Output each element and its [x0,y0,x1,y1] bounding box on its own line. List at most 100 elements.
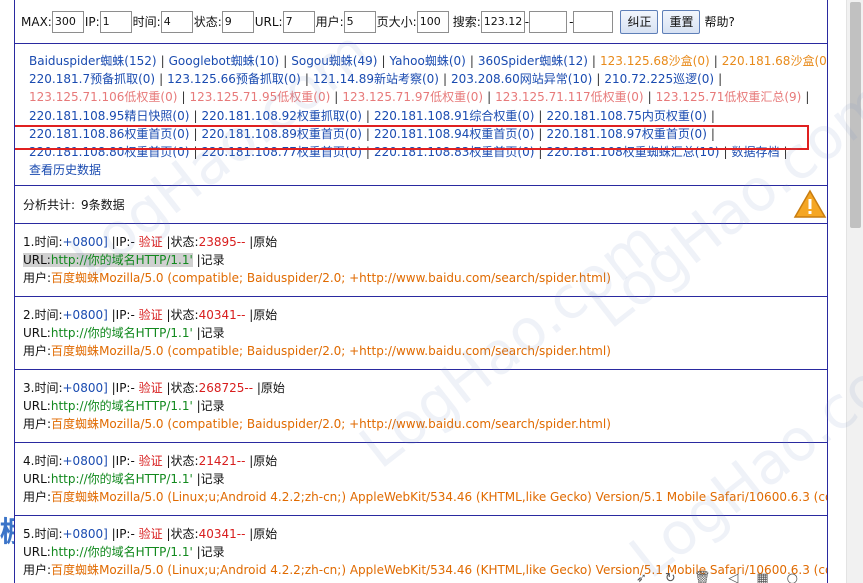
spider-link[interactable]: Sogou蜘蛛(49) [291,54,377,68]
link-row: Baiduspider蜘蛛(152) | Googlebot蜘蛛(10) | Sogou… [29,52,827,70]
search-input-2[interactable] [529,10,568,33]
record-user-label: 用户: [23,417,52,432]
link-separator: | [805,90,810,105]
log-link[interactable]: |记录 [197,326,225,340]
log-link[interactable]: |记录 [197,253,225,267]
records-list: 1.时间:+0800] |IP:- 验证 |状态:23895-- |原始 URL:… [15,224,827,583]
spider-link[interactable]: 123.125.68沙盒(0) [600,54,710,68]
record-spider-name: 百度蜘蛛 [51,344,100,359]
spider-links-panel: Baiduspider蜘蛛(152) | Googlebot蜘蛛(10) | Sogou… [15,44,827,187]
raw-link[interactable]: |原始 [249,308,277,322]
verify-link[interactable]: 验证 [139,527,163,541]
record-status-label: |状态: [166,527,199,542]
spider-link[interactable]: Baiduspider蜘蛛(152) [29,54,157,68]
link-row: 123.125.71.106低权重(0) | 123.125.71.95低权重(0)… [29,88,827,106]
record-spider-name: 百度蜘蛛 [51,490,100,505]
search-input[interactable] [480,10,525,33]
pagesize-input[interactable] [416,10,449,33]
ip-label: IP: [84,14,100,29]
log-link[interactable]: |记录 [197,545,225,559]
spider-link[interactable]: 查看历史数据 [29,163,101,177]
record-status-label: |状态: [166,308,199,323]
record-index: 5. [23,527,35,542]
correct-button[interactable]: 纠正 [620,9,659,34]
reset-button[interactable]: 重置 [662,9,701,34]
spider-link[interactable]: 123.125.71.117低权重(0) [495,90,643,104]
grid-icon[interactable]: ▦ [756,571,768,583]
spider-link[interactable]: 220.181.7预备抓取(0) [29,72,155,86]
record-url-value: http://你的域名HTTP/1.1' [50,326,193,341]
status-input[interactable] [221,10,254,33]
scrollbar-thumb[interactable] [850,2,861,228]
link-separator: | [160,54,165,68]
record-url-label: URL: [23,545,51,560]
log-link[interactable]: |记录 [197,472,225,486]
log-link[interactable]: |记录 [197,399,225,413]
time-label: 时间: [132,15,161,29]
log-record: 1.时间:+0800] |IP:- 验证 |状态:23895-- |原始 URL:… [15,224,827,298]
record-status-value: 40341-- [198,308,246,323]
record-time-value: +0800] [62,454,108,469]
spider-link[interactable]: Yahoo蜘蛛(0) [390,54,466,68]
spider-link[interactable]: 123.125.71.106低权重(0) [29,90,177,104]
link-separator: | [193,108,198,123]
spider-link[interactable]: 360Spider蜘蛛(12) [478,54,588,68]
spider-link[interactable]: 123.125.71低权重汇总(9) [656,90,802,104]
log-record: 4.时间:+0800] |IP:- 验证 |状态:21421-- |原始 URL:… [15,443,827,517]
max-input[interactable] [51,10,84,33]
link-separator: | [713,54,718,68]
spider-link[interactable]: 203.208.60网站异常(10) [451,72,592,86]
spider-link[interactable]: 220.181.108.92权重抓取(0) [201,109,361,123]
spider-link[interactable]: 123.125.71.95低权重(0) [189,90,330,104]
link-separator: | [181,90,186,105]
ip-input[interactable] [99,10,132,33]
spider-link[interactable]: 123.125.71.97低权重(0) [342,90,483,104]
volume-icon[interactable]: ◁ [728,571,738,583]
spider-link[interactable]: 121.14.89新站考察(0) [313,72,439,86]
spider-link[interactable]: Googlebot蜘蛛(10) [169,54,280,68]
record-index: 1. [23,235,35,250]
spider-link[interactable]: 210.72.225巡逻(0) [604,72,714,86]
record-line-3: 用户:百度蜘蛛Mozilla/5.0 (compatible; Baiduspi… [23,342,827,360]
side-glyph: 棚 [0,510,14,550]
log-record: 2.时间:+0800] |IP:- 验证 |状态:40341-- |原始 URL:… [15,297,827,371]
vertical-scrollbar[interactable] [846,0,863,583]
record-line-2: URL:http://你的域名HTTP/1.1' |记录 [23,543,827,561]
user-label: 用户: [315,15,344,29]
raw-link[interactable]: |原始 [249,235,277,249]
link-separator: | [469,54,474,68]
spider-link[interactable]: 123.125.66预备抓取(0) [167,72,301,86]
record-user-label: 用户: [23,271,52,286]
record-line-2: URL:http://你的域名HTTP/1.1' |记录 [23,397,827,415]
record-line-1: 2.时间:+0800] |IP:- 验证 |状态:40341-- |原始 [23,306,827,324]
spider-link[interactable]: 220.181.108.95精日快照(0) [29,109,189,123]
log-record: 3.时间:+0800] |IP:- 验证 |状态:268725-- |原始 URL… [15,370,827,444]
verify-link[interactable]: 验证 [139,235,163,249]
raw-link[interactable]: |原始 [257,381,285,395]
spider-link[interactable]: 220.181.108.91综合权重(0) [374,109,534,123]
raw-link[interactable]: |原始 [249,527,277,541]
search-input-3[interactable] [573,10,614,33]
record-user-label: 用户: [23,490,52,505]
user-input[interactable] [343,10,376,33]
verify-link[interactable]: 验证 [139,454,163,468]
record-url-value: http://你的域名HTTP/1.1' [50,253,193,268]
record-url-label: URL: [23,253,51,268]
record-time-value: +0800] [62,308,108,323]
bottom-icon-bar: ➶ ↻ 🗑 ◁ ▦ ○ [636,571,798,583]
main-panel: MAX: IP: 时间: 状态: URL: 用户: 页大小: 搜索: - - 纠… [14,0,828,583]
link-separator: | [718,72,723,87]
help-link[interactable]: 帮助? [704,13,734,30]
refresh-icon[interactable]: ↻ [665,571,676,583]
url-input[interactable] [282,10,315,33]
verify-link[interactable]: 验证 [139,308,163,322]
search-icon[interactable]: ○ [787,571,798,583]
record-status-label: |状态: [166,381,199,396]
verify-link[interactable]: 验证 [139,381,163,395]
spider-link[interactable]: 220.181.68沙盒(0) [722,54,827,68]
raw-link[interactable]: |原始 [249,454,277,468]
time-input[interactable] [160,10,193,33]
rocket-icon[interactable]: ➶ [636,571,647,583]
trash-icon[interactable]: 🗑 [694,571,711,583]
spider-link[interactable]: 220.181.108.75内页权重(0) [546,109,706,123]
